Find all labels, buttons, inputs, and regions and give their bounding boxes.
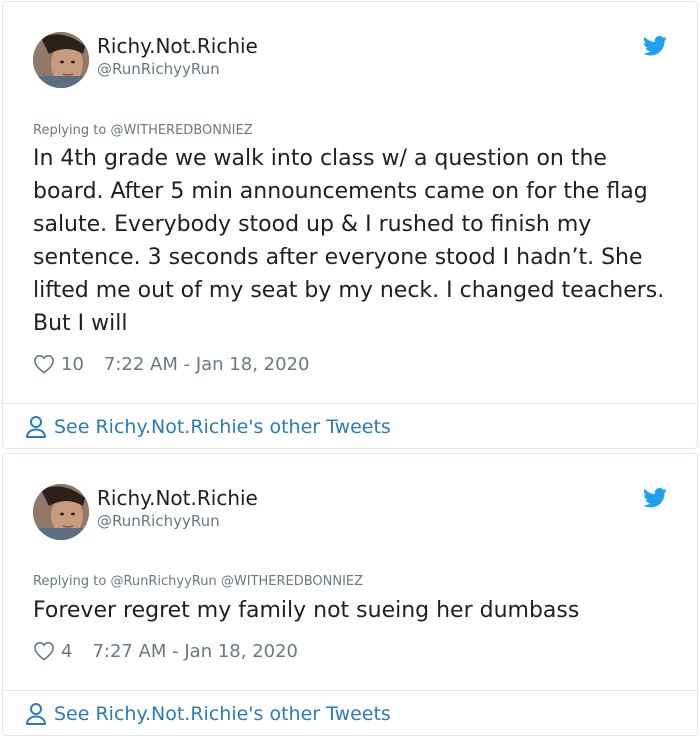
reply-mention[interactable]: @RunRichyyRun @WITHEREDBONNIEZ	[110, 574, 363, 589]
see-other-tweets-link[interactable]: See Richy.Not.Richie's other Tweets	[25, 414, 391, 440]
reply-prefix: Replying to	[33, 574, 111, 589]
tweet-card: Richy.Not.Richie @RunRichyyRun Replying …	[2, 453, 698, 736]
twitter-bird-icon[interactable]	[643, 36, 667, 56]
replying-to: Replying to @RunRichyyRun @WITHEREDBONNI…	[33, 574, 363, 589]
timestamp[interactable]: 7:22 AM - Jan 18, 2020	[104, 354, 310, 375]
person-icon	[26, 416, 46, 438]
display-name[interactable]: Richy.Not.Richie	[97, 486, 258, 510]
replying-to: Replying to @WITHEREDBONNIEZ	[33, 123, 253, 138]
reply-mention[interactable]: @WITHEREDBONNIEZ	[110, 123, 252, 138]
display-name[interactable]: Richy.Not.Richie	[97, 34, 258, 58]
avatar[interactable]	[33, 32, 89, 88]
like-count[interactable]: 4	[61, 641, 72, 662]
see-other-tweets-link[interactable]: See Richy.Not.Richie's other Tweets	[25, 701, 391, 727]
heart-icon[interactable]	[33, 641, 55, 661]
tweet-meta: 4 7:27 AM - Jan 18, 2020	[33, 639, 298, 663]
person-icon	[26, 703, 46, 725]
divider	[3, 403, 697, 404]
twitter-bird-icon[interactable]	[643, 488, 667, 508]
divider	[3, 690, 697, 691]
tweet-card: Richy.Not.Richie @RunRichyyRun Replying …	[2, 1, 698, 449]
reply-prefix: Replying to	[33, 123, 111, 138]
see-other-tweets-label[interactable]: See Richy.Not.Richie's other Tweets	[54, 703, 391, 725]
avatar[interactable]	[33, 484, 89, 540]
user-handle[interactable]: @RunRichyyRun	[97, 60, 220, 78]
see-other-tweets-label[interactable]: See Richy.Not.Richie's other Tweets	[54, 416, 391, 438]
like-count[interactable]: 10	[61, 354, 84, 375]
user-handle[interactable]: @RunRichyyRun	[97, 512, 220, 530]
tweet-text: In 4th grade we walk into class w/ a que…	[33, 146, 665, 336]
tweet-meta: 10 7:22 AM - Jan 18, 2020	[33, 352, 309, 376]
tweet-text: Forever regret my family not sueing her …	[33, 598, 580, 623]
heart-icon[interactable]	[33, 354, 55, 374]
timestamp[interactable]: 7:27 AM - Jan 18, 2020	[92, 641, 298, 662]
